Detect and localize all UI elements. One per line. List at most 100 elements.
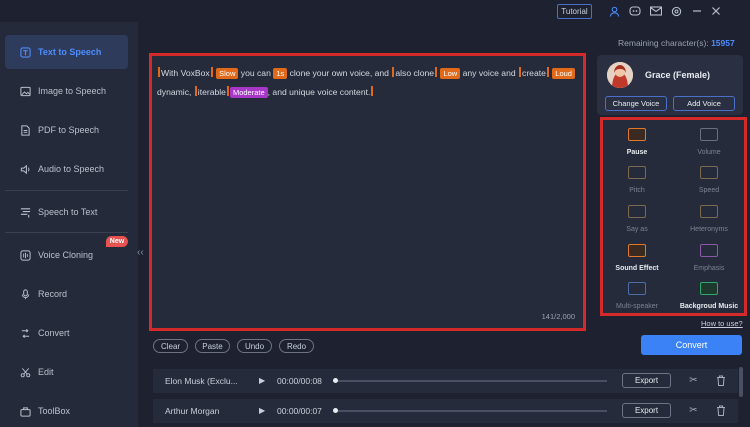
convert-icon xyxy=(19,327,31,339)
editor-text-segment: any voice and xyxy=(462,68,516,78)
sidebar-divider xyxy=(5,232,128,233)
volume-icon xyxy=(700,128,718,141)
scissors-icon[interactable]: ✂ xyxy=(687,374,700,387)
pause-marker xyxy=(546,67,549,77)
sidebar-divider xyxy=(5,190,128,191)
effect-label: Volume xyxy=(697,149,721,156)
sidebar-item-image-to-speech[interactable]: Image to Speech xyxy=(5,74,128,108)
pitch-tag[interactable]: Low xyxy=(440,68,461,79)
trash-icon[interactable] xyxy=(714,404,727,417)
paste-button[interactable]: Paste xyxy=(195,339,230,353)
heteronyms-icon xyxy=(700,205,718,218)
music-icon xyxy=(700,282,718,295)
editor-text-segment: iterable xyxy=(197,87,226,97)
progress-track[interactable] xyxy=(335,380,607,382)
sidebar-item-speech-to-text[interactable]: Speech to Text xyxy=(5,195,128,229)
discord-icon[interactable] xyxy=(628,4,642,18)
tutorial-button[interactable]: Tutorial xyxy=(557,4,592,19)
pause-tag[interactable]: 1s xyxy=(273,68,288,79)
editor-text-segment: create xyxy=(522,68,546,78)
speed-tag[interactable]: Slow xyxy=(216,68,239,79)
volume-tag[interactable]: Loud xyxy=(552,68,575,79)
sidebar-item-label: Image to Speech xyxy=(38,86,107,96)
play-icon[interactable]: ▶ xyxy=(259,406,265,415)
effect-label: Heteronyms xyxy=(690,226,728,233)
how-to-use-link[interactable]: How to use? xyxy=(701,319,743,328)
voice-card: Grace (Female) Change Voice Add Voice xyxy=(597,55,743,115)
convert-button[interactable]: Convert xyxy=(641,335,742,355)
editor-content[interactable]: With VoxBox Slow you can 1s clone your o… xyxy=(157,64,582,102)
sidebar-item-text-to-speech[interactable]: Text to Speech xyxy=(5,35,128,69)
sidebar-item-record[interactable]: Record xyxy=(5,277,128,311)
history-scrollbar[interactable] xyxy=(739,367,743,397)
editor-text-segment: dynamic, xyxy=(157,87,192,97)
pause-marker xyxy=(194,86,197,96)
pause-marker xyxy=(158,67,160,77)
sound-effect-icon xyxy=(628,244,646,257)
history-voice-name: Elon Musk (Exclu... xyxy=(165,376,238,386)
effect-label: Pause xyxy=(626,149,648,156)
sidebar-item-label: Convert xyxy=(38,328,70,338)
editor-text-segment: you can xyxy=(240,68,271,78)
change-voice-button[interactable]: Change Voice xyxy=(605,96,667,111)
export-button[interactable]: Export xyxy=(622,373,671,388)
pause-marker xyxy=(435,67,438,77)
pause-marker xyxy=(226,86,229,96)
add-voice-button[interactable]: Add Voice xyxy=(673,96,735,111)
text-editor[interactable]: With VoxBox Slow you can 1s clone your o… xyxy=(149,53,586,331)
audio-icon xyxy=(19,163,31,175)
voice-cloning-icon xyxy=(19,249,31,261)
editor-text-segment: With VoxBox xyxy=(161,68,210,78)
emphasis-icon xyxy=(700,244,718,257)
effect-multi-speaker[interactable]: Multi-speaker xyxy=(603,277,671,323)
sidebar-item-label: Edit xyxy=(38,367,54,377)
pdf-icon xyxy=(19,124,31,136)
mail-icon[interactable] xyxy=(649,4,663,18)
emphasis-tag[interactable]: Moderate xyxy=(229,87,268,98)
sidebar-item-pdf-to-speech[interactable]: PDF to Speech xyxy=(5,113,128,147)
multi-speaker-icon xyxy=(628,282,646,295)
progress-handle[interactable] xyxy=(333,378,338,383)
sidebar-item-label: Text to Speech xyxy=(38,47,102,57)
minimize-icon[interactable] xyxy=(690,4,704,18)
pause-marker xyxy=(371,86,374,96)
text-to-speech-icon xyxy=(19,46,31,58)
speech-to-text-icon xyxy=(19,206,31,218)
export-button[interactable]: Export xyxy=(622,403,671,418)
collapse-sidebar-icon[interactable]: ‹‹ xyxy=(137,247,144,258)
progress-handle[interactable] xyxy=(333,408,338,413)
user-icon[interactable] xyxy=(607,4,621,18)
image-icon xyxy=(19,85,31,97)
sidebar-item-toolbox[interactable]: ToolBox xyxy=(5,394,128,427)
sidebar-item-convert[interactable]: Convert xyxy=(5,316,128,350)
effect-background-music[interactable]: Backgroud Music xyxy=(675,277,743,323)
effect-label: Emphasis xyxy=(693,265,725,272)
scissors-icon[interactable]: ✂ xyxy=(687,404,700,417)
sidebar-item-label: Audio to Speech xyxy=(38,164,105,174)
remaining-label: Remaining character(s): xyxy=(618,38,709,48)
clear-button[interactable]: Clear xyxy=(153,339,188,353)
sidebar: Text to Speech Image to Speech PDF to Sp… xyxy=(0,22,138,427)
effects-panel: Pause Volume Pitch Speed Say as Heterony… xyxy=(600,117,747,316)
trash-icon[interactable] xyxy=(714,374,727,387)
effect-label: Pitch xyxy=(629,187,645,194)
undo-button[interactable]: Undo xyxy=(237,339,272,353)
effect-label: Sound Effect xyxy=(615,265,659,272)
redo-button[interactable]: Redo xyxy=(279,339,314,353)
effect-label: Multi-speaker xyxy=(615,303,658,310)
play-icon[interactable]: ▶ xyxy=(259,376,265,385)
new-badge: New xyxy=(106,236,128,247)
sidebar-item-audio-to-speech[interactable]: Audio to Speech xyxy=(5,152,128,186)
avatar[interactable] xyxy=(607,62,633,88)
settings-icon[interactable] xyxy=(669,4,683,18)
pause-marker xyxy=(519,67,522,77)
sidebar-item-edit[interactable]: Edit xyxy=(5,355,128,389)
history-row: Elon Musk (Exclu... ▶ 00:00/00:08 Export… xyxy=(153,369,738,393)
pitch-icon xyxy=(628,166,646,179)
close-icon[interactable] xyxy=(709,4,723,18)
voice-name: Grace (Female) xyxy=(645,70,711,80)
title-bar: Tutorial xyxy=(0,0,750,22)
pause-marker xyxy=(210,67,213,77)
history-voice-name: Arthur Morgan xyxy=(165,406,220,416)
progress-track[interactable] xyxy=(335,410,607,412)
